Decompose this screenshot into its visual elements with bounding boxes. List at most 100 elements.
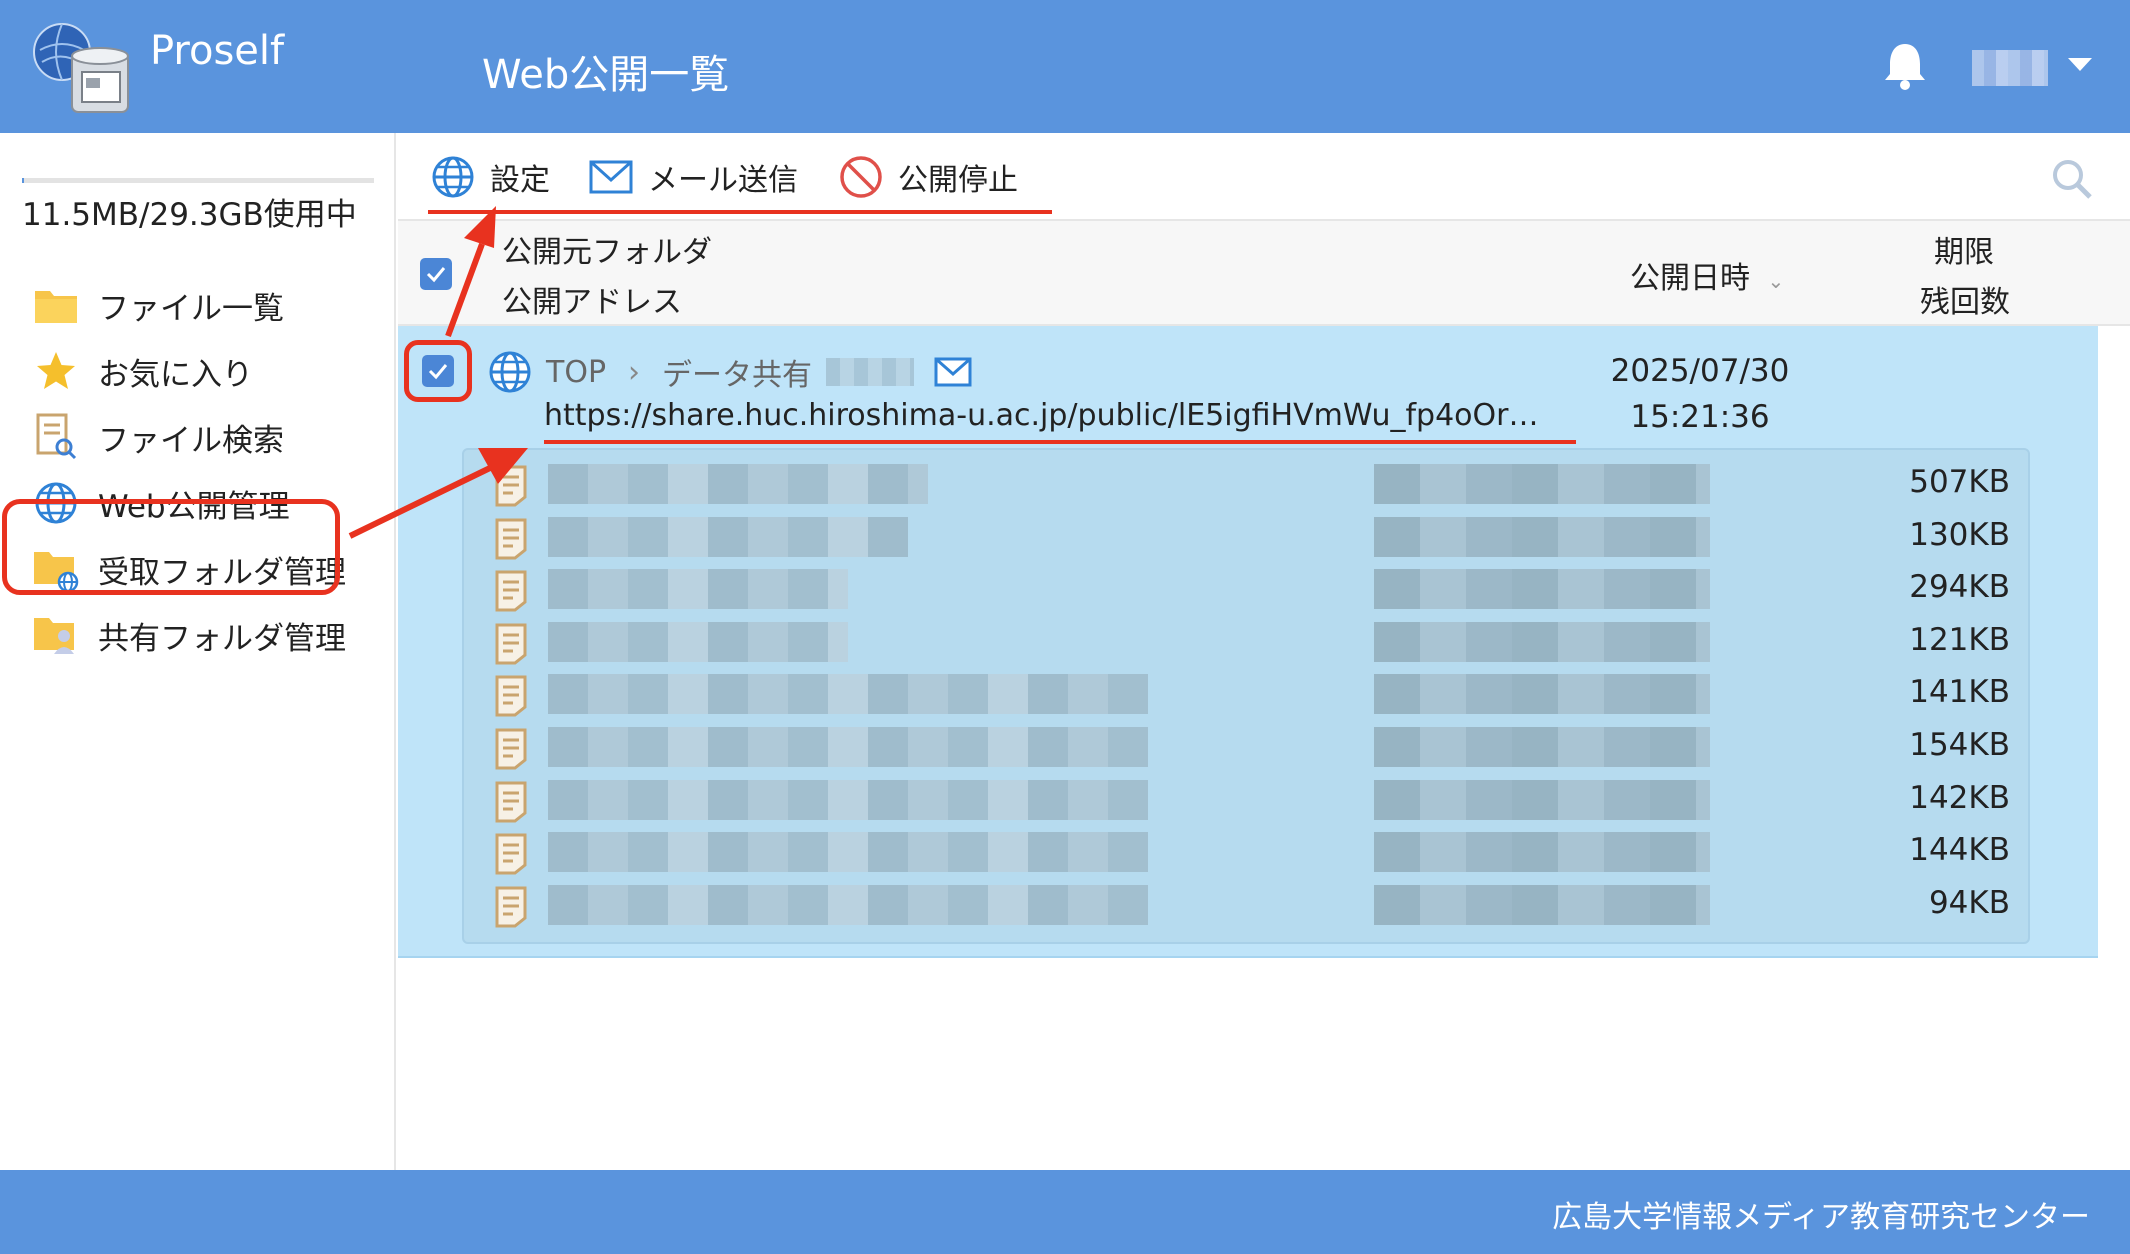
sidebar-item-label: 共有フォルダ管理 <box>98 620 346 657</box>
document-icon <box>495 570 527 612</box>
file-row[interactable]: 141KB <box>464 668 2032 721</box>
annotation-underline-toolbar <box>428 210 1052 214</box>
file-date-blurred <box>1374 464 1710 504</box>
file-row[interactable]: 507KB <box>464 458 2032 511</box>
settings-button-label: 設定 <box>490 163 550 198</box>
publish-date: 2025/07/30 <box>1610 353 1790 389</box>
storage-usage-text: 11.5MB/29.3GB使用中 <box>22 197 357 233</box>
bell-icon[interactable] <box>1882 40 1928 90</box>
published-file-list: 507KB 130KB 294KB 121KB 141KB 154KB 142KB 144KB… <box>462 448 2030 944</box>
column-publish-date[interactable]: 公開日時 ⌄ <box>1630 253 1784 297</box>
file-size: 94KB <box>1928 884 2010 921</box>
document-icon <box>495 623 527 665</box>
file-size: 130KB <box>1909 516 2010 553</box>
send-mail-button[interactable]: メール送信 <box>588 153 798 201</box>
document-icon <box>495 518 527 560</box>
document-icon <box>495 781 527 823</box>
file-row[interactable]: 94KB <box>464 879 2032 932</box>
settings-button[interactable]: 設定 <box>430 153 550 201</box>
file-size: 142KB <box>1909 779 2010 816</box>
document-icon <box>495 465 527 507</box>
stop-publish-button[interactable]: 公開停止 <box>838 153 1018 201</box>
file-row[interactable]: 154KB <box>464 721 2032 774</box>
mail-icon <box>588 154 634 200</box>
file-name-blurred <box>548 464 928 504</box>
file-name-blurred <box>548 621 848 662</box>
file-row[interactable]: 294KB <box>464 563 2032 616</box>
search-icon[interactable] <box>2050 157 2094 201</box>
file-name-blurred <box>548 727 1148 767</box>
chevron-down-icon[interactable] <box>2068 58 2092 71</box>
table-header: 公開元フォルダ 公開アドレス 公開日時 ⌄ 期限 残回数 <box>398 221 2130 326</box>
sidebar-item-shared-folder[interactable]: 共有フォルダ管理 <box>32 605 346 665</box>
file-search-icon <box>32 413 80 461</box>
breadcrumb-root[interactable]: TOP <box>546 355 606 390</box>
sidebar-item-favorites[interactable]: お気に入り <box>32 341 253 401</box>
publish-datetime: 2025/07/30 15:21:36 <box>1560 348 1840 440</box>
annotation-highlight-box <box>2 499 340 595</box>
select-all-checkbox[interactable] <box>420 258 452 290</box>
document-icon <box>495 833 527 875</box>
file-date-blurred <box>1374 516 1710 557</box>
file-row[interactable]: 130KB <box>464 511 2032 564</box>
file-row[interactable]: 142KB <box>464 774 2032 827</box>
proself-logo-icon <box>33 23 129 113</box>
file-name-blurred <box>548 779 1148 820</box>
column-remaining-count: 残回数 <box>1920 285 2010 320</box>
file-date-blurred <box>1374 674 1710 715</box>
send-mail-button-label: メール送信 <box>648 163 798 198</box>
app-header: Proself Web公開一覧 <box>0 0 2130 133</box>
chevron-right-icon: › <box>628 354 641 390</box>
footer-text: 広島大学情報メディア教育研究センター <box>1552 1200 2090 1235</box>
file-name-blurred <box>548 832 1148 873</box>
file-date-blurred <box>1374 569 1710 610</box>
file-date-blurred <box>1374 832 1710 873</box>
shared-folder-icon <box>32 611 80 659</box>
app-name: Proself <box>150 28 285 74</box>
app-footer: 広島大学情報メディア教育研究センター <box>0 1170 2130 1254</box>
breadcrumb-folder[interactable]: データ共有 <box>662 350 812 394</box>
sidebar-item-label: ファイル一覧 <box>98 290 284 327</box>
page-title: Web公開一覧 <box>482 52 730 98</box>
mail-icon[interactable] <box>934 357 972 387</box>
annotation-underline-url <box>544 440 1576 444</box>
column-publish-date-label: 公開日時 <box>1630 261 1750 296</box>
publish-time: 15:21:36 <box>1630 399 1770 435</box>
file-row[interactable]: 121KB <box>464 616 2032 669</box>
breadcrumb: TOP › データ共有 <box>488 350 972 394</box>
column-expiry: 期限 <box>1934 235 1994 270</box>
chevron-down-icon: ⌄ <box>1767 269 1785 293</box>
public-url-link[interactable]: https://share.huc.hiroshima-u.ac.jp/publ… <box>544 398 1574 433</box>
document-icon <box>495 886 527 928</box>
toolbar: 設定 メール送信 公開停止 <box>398 133 2130 221</box>
file-name-blurred <box>548 569 848 610</box>
file-size: 154KB <box>1909 727 2010 763</box>
user-name-blurred[interactable] <box>1972 50 2048 86</box>
globe-icon <box>430 154 476 200</box>
globe-icon <box>488 350 532 394</box>
file-size: 507KB <box>1909 464 2010 500</box>
sidebar: 11.5MB/29.3GB使用中 ファイル一覧 お気に入り ファイル検索 Web… <box>0 133 396 1170</box>
file-date-blurred <box>1374 727 1710 767</box>
annotation-highlight-checkbox <box>404 340 472 402</box>
sidebar-item-file-list[interactable]: ファイル一覧 <box>32 275 284 335</box>
file-date-blurred <box>1374 621 1710 662</box>
file-size: 144KB <box>1909 832 2010 869</box>
file-date-blurred <box>1374 779 1710 820</box>
file-size: 294KB <box>1909 569 2010 606</box>
column-source-folder: 公開元フォルダ <box>502 235 712 270</box>
sidebar-item-label: お気に入り <box>98 356 253 393</box>
breadcrumb-folder-blurred <box>826 358 915 386</box>
document-icon <box>495 728 527 770</box>
file-size: 121KB <box>1909 621 2010 658</box>
sidebar-item-file-search[interactable]: ファイル検索 <box>32 407 284 467</box>
folder-icon <box>32 281 80 329</box>
column-public-address: 公開アドレス <box>502 285 682 320</box>
storage-usage-bar <box>22 178 374 183</box>
file-name-blurred <box>548 884 1148 925</box>
file-date-blurred <box>1374 884 1710 925</box>
document-icon <box>495 675 527 717</box>
file-name-blurred <box>548 674 1148 715</box>
prohibited-icon <box>838 154 884 200</box>
file-row[interactable]: 144KB <box>464 826 2032 879</box>
